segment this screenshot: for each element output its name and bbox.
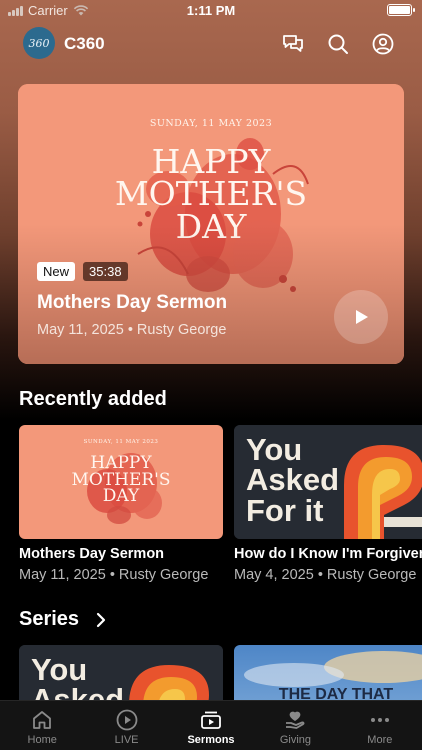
tab-label: Sermons xyxy=(187,734,235,746)
tab-giving[interactable]: Giving xyxy=(253,701,337,750)
tab-more[interactable]: More xyxy=(338,701,422,750)
series-card-the-day-that[interactable]: THE DAY THAT xyxy=(234,645,422,700)
artwork-title: THE DAY THAT xyxy=(278,686,394,700)
tab-label: LIVE xyxy=(114,734,139,746)
artwork-title: HAPPY MOTHER'S DAY xyxy=(19,455,223,505)
app-header: 360 C360 xyxy=(0,26,422,62)
tab-label: Giving xyxy=(279,734,312,746)
hero-title: Mothers Day Sermon xyxy=(37,292,228,313)
search-icon xyxy=(328,34,348,54)
card-meta: May 4, 2025 • Rusty George xyxy=(234,567,417,583)
card-meta: May 11, 2025 • Rusty George xyxy=(19,567,209,583)
card-thumbnail: You Asked xyxy=(19,645,223,700)
card-thumbnail: THE DAY THAT xyxy=(234,645,422,700)
tab-label: Home xyxy=(27,734,57,746)
chat-button[interactable] xyxy=(280,31,306,57)
search-button[interactable] xyxy=(325,31,351,57)
recently-added-heading: Recently added xyxy=(19,388,167,410)
tab-sermons[interactable]: Sermons xyxy=(169,701,253,750)
artwork-title-line: You xyxy=(31,652,88,687)
play-icon xyxy=(356,310,368,324)
tab-bar: Home LIVE Sermons Giving More xyxy=(0,700,422,750)
series-card-you-asked[interactable]: You Asked xyxy=(19,645,223,700)
card-thumbnail: You Asked For it xyxy=(234,425,422,539)
card-title: Mothers Day Sermon xyxy=(19,546,165,562)
tab-home[interactable]: Home xyxy=(0,701,84,750)
battery-icon xyxy=(387,4,415,16)
logo-text: 360 xyxy=(28,36,50,50)
chevron-right-icon[interactable] xyxy=(95,611,107,629)
artwork-title-line: You xyxy=(246,432,303,467)
status-time: 1:11 PM xyxy=(186,3,236,18)
church-logo[interactable]: 360 xyxy=(23,27,55,59)
home-icon xyxy=(33,711,52,729)
artwork-title-line: Asked xyxy=(246,462,340,498)
profile-icon xyxy=(372,33,394,55)
recent-card-mothers-day[interactable]: SUNDAY, 11 MAY 2023 HAPPY MOTHER'S DAY M… xyxy=(19,425,223,583)
artwork-title-line: Asked xyxy=(31,682,125,700)
play-button[interactable] xyxy=(334,290,388,344)
series-heading[interactable]: Series xyxy=(19,608,79,631)
duration-badge: 35:38 xyxy=(83,262,128,281)
chat-icon xyxy=(283,35,303,52)
more-icon xyxy=(370,718,389,722)
artwork-date: SUNDAY, 11 MAY 2023 xyxy=(149,118,273,129)
status-bar: Carrier 1:11 PM xyxy=(0,0,422,22)
new-badge: New xyxy=(37,262,76,281)
tab-live[interactable]: LIVE xyxy=(84,701,168,750)
app-title: C360 xyxy=(64,34,105,53)
hero-meta: May 11, 2025 • Rusty George xyxy=(37,322,227,338)
artwork-title-line: DAY xyxy=(102,486,140,507)
featured-sermon-card[interactable]: SUNDAY, 11 MAY 2023 HAPPY MOTHER'S DAY N… xyxy=(18,84,404,364)
artwork-title: You Asked For it xyxy=(246,432,340,528)
card-title: How do I Know I'm Forgiven xyxy=(234,546,422,562)
profile-button[interactable] xyxy=(370,31,396,57)
giving-icon xyxy=(286,711,305,729)
play-circle-icon xyxy=(116,709,138,731)
recent-card-forgiven[interactable]: You Asked For it How do I Know I'm Forgi… xyxy=(234,425,422,590)
artwork-title-line: MOTHER'S xyxy=(114,174,308,214)
artwork-date: SUNDAY, 11 MAY 2023 xyxy=(83,439,159,445)
sermons-icon xyxy=(201,711,221,729)
artwork-title-line: For it xyxy=(246,492,324,528)
hero-badges: New 35:38 xyxy=(37,262,128,281)
artwork-title: You Asked xyxy=(31,652,125,700)
card-thumbnail: SUNDAY, 11 MAY 2023 HAPPY MOTHER'S DAY xyxy=(19,425,223,539)
tab-label: More xyxy=(367,734,393,746)
